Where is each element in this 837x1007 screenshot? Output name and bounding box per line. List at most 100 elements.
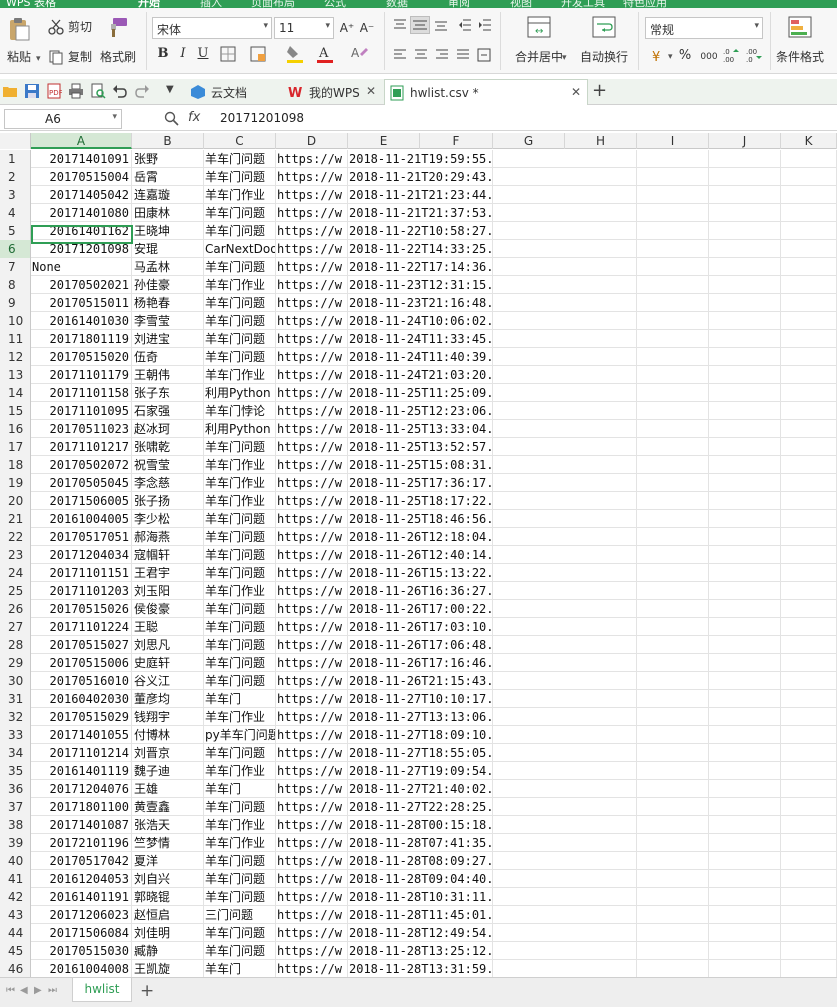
row-number[interactable]: 20 (0, 492, 31, 510)
cell-name[interactable]: 付博林 (132, 726, 204, 744)
cell-empty[interactable] (781, 222, 837, 240)
cell-url[interactable]: https://w (276, 726, 348, 744)
cell-url[interactable]: https://w (276, 294, 348, 312)
cell-url[interactable]: https://w (276, 366, 348, 384)
row-number[interactable]: 30 (0, 672, 31, 690)
cell-empty[interactable] (565, 690, 637, 708)
cell-empty[interactable] (709, 906, 781, 924)
cell-empty[interactable] (637, 258, 709, 276)
export-pdf-icon[interactable]: PDF (46, 83, 62, 99)
cell-url[interactable]: https://w (276, 258, 348, 276)
cell-empty[interactable] (637, 420, 709, 438)
cell-name[interactable]: 王聪 (132, 618, 204, 636)
cell-timestamp[interactable]: 2018-11-28T11:45:01.253 (348, 906, 493, 924)
prev-sheet-icon[interactable]: ◀ (20, 985, 28, 996)
cell-empty[interactable] (565, 816, 637, 834)
cell-empty[interactable] (709, 816, 781, 834)
cell-student-id[interactable]: 20170517051 (31, 528, 132, 546)
cell-title[interactable]: 羊车门问题 (204, 312, 276, 330)
cell-empty[interactable] (709, 366, 781, 384)
cell-empty[interactable] (709, 258, 781, 276)
cell-url[interactable]: https://w (276, 942, 348, 960)
cell-url[interactable]: https://w (276, 798, 348, 816)
currency-icon[interactable]: ¥ (650, 48, 666, 64)
row-number[interactable]: 7 (0, 258, 31, 276)
cut-button[interactable]: 剪切 (48, 18, 92, 35)
cell-empty[interactable] (709, 762, 781, 780)
cell-timestamp[interactable]: 2018-11-23T21:16:48.36 (348, 294, 493, 312)
decrease-indent-icon[interactable] (458, 18, 472, 32)
thousands-button[interactable]: 000 (697, 48, 721, 66)
cell-empty[interactable] (781, 492, 837, 510)
cell-name[interactable]: 石家强 (132, 402, 204, 420)
row-number[interactable]: 28 (0, 636, 31, 654)
cell-empty[interactable] (565, 420, 637, 438)
cell-empty[interactable] (709, 744, 781, 762)
cell-empty[interactable] (637, 312, 709, 330)
row-number[interactable]: 42 (0, 888, 31, 906)
chevron-down-icon[interactable]: ▾ (562, 53, 567, 63)
number-format-select[interactable]: 常规 ▾ (645, 17, 763, 39)
cell-url[interactable]: https://w (276, 672, 348, 690)
cell-empty[interactable] (781, 474, 837, 492)
cell-name[interactable]: 钱翔宇 (132, 708, 204, 726)
cell-timestamp[interactable]: 2018-11-27T19:09:54.143 (348, 762, 493, 780)
cell-timestamp[interactable]: 2018-11-26T16:36:27.937 (348, 582, 493, 600)
cell-timestamp[interactable]: 2018-11-21T20:29:43.157 (348, 168, 493, 186)
cell-empty[interactable] (565, 726, 637, 744)
cell-empty[interactable] (709, 312, 781, 330)
cell-empty[interactable] (781, 366, 837, 384)
cell-url[interactable]: https://w (276, 924, 348, 942)
ribbon-tab-insert[interactable]: 插入 (180, 0, 242, 8)
cell-empty[interactable] (781, 456, 837, 474)
select-all-corner[interactable] (0, 133, 31, 149)
cell-empty[interactable] (637, 708, 709, 726)
cell-url[interactable]: https://w (276, 690, 348, 708)
cell-empty[interactable] (565, 330, 637, 348)
cell-empty[interactable] (709, 330, 781, 348)
row-number[interactable]: 27 (0, 618, 31, 636)
cell-timestamp[interactable]: 2018-11-25T18:46:56.023 (348, 510, 493, 528)
cell-url[interactable]: https://w (276, 870, 348, 888)
cell-empty[interactable] (637, 762, 709, 780)
fill-color-icon[interactable] (286, 44, 304, 64)
align-right-icon[interactable] (435, 48, 449, 62)
column-header-h[interactable]: H (565, 133, 637, 149)
row-number[interactable]: 23 (0, 546, 31, 564)
cell-timestamp[interactable]: 2018-11-25T13:52:57.007 (348, 438, 493, 456)
undo-icon[interactable] (112, 83, 128, 99)
row-number[interactable]: 24 (0, 564, 31, 582)
cell-empty[interactable] (637, 438, 709, 456)
zoom-icon[interactable] (164, 111, 180, 127)
cell-student-id[interactable]: 20170515029 (31, 708, 132, 726)
cell-url[interactable]: https://w (276, 888, 348, 906)
cell-timestamp[interactable]: 2018-11-26T12:40:14.203 (348, 546, 493, 564)
cell-student-id[interactable]: 20170516010 (31, 672, 132, 690)
cell-empty[interactable] (709, 384, 781, 402)
cell-name[interactable]: 张子扬 (132, 492, 204, 510)
cell-timestamp[interactable]: 2018-11-27T10:10:17.917 (348, 690, 493, 708)
cell-url[interactable]: https://w (276, 474, 348, 492)
cell-empty[interactable] (637, 204, 709, 222)
cell-student-id[interactable]: 20170515030 (31, 942, 132, 960)
cell-empty[interactable] (565, 906, 637, 924)
cell-empty[interactable] (709, 870, 781, 888)
distribute-icon[interactable] (477, 48, 491, 62)
cell-timestamp[interactable]: 2018-11-28T00:15:18.697 (348, 816, 493, 834)
cell-empty[interactable] (637, 348, 709, 366)
cell-empty[interactable] (781, 618, 837, 636)
cell-url[interactable]: https://w (276, 510, 348, 528)
cell-empty[interactable] (637, 600, 709, 618)
cell-timestamp[interactable]: 2018-11-23T12:31:15.323 (348, 276, 493, 294)
cell-empty[interactable] (781, 762, 837, 780)
cell-name[interactable]: 张啸乾 (132, 438, 204, 456)
bold-button[interactable]: B (154, 45, 172, 63)
cell-empty[interactable] (565, 600, 637, 618)
row-number[interactable]: 29 (0, 654, 31, 672)
cell-student-id[interactable]: 20171204034 (31, 546, 132, 564)
percent-button[interactable]: % (676, 47, 694, 65)
cell-empty[interactable] (637, 222, 709, 240)
cell-url[interactable]: https://w (276, 852, 348, 870)
cell-empty[interactable] (709, 960, 781, 977)
cell-student-id[interactable]: 20170515020 (31, 348, 132, 366)
